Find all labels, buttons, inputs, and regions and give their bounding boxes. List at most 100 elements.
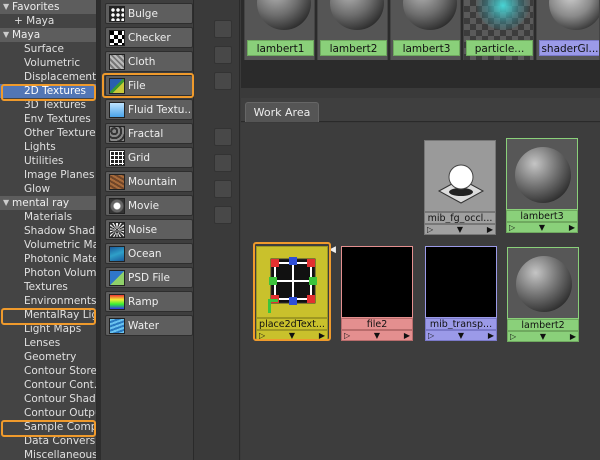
create-checker-button[interactable]: Checker — [105, 27, 193, 48]
tree-item-data-conversion[interactable]: Data Conversi — [0, 434, 96, 448]
tree-item-volumetric[interactable]: Volumetric — [0, 56, 96, 70]
graph-tool-icon[interactable] — [214, 154, 232, 172]
swatch-lambert3[interactable]: lambert3 — [390, 0, 461, 60]
tree-item-contour-contrast[interactable]: Contour Cont.. — [0, 378, 96, 392]
expand-triangle-icon[interactable]: ▼ — [457, 225, 463, 234]
collapse-triangle-icon[interactable]: ▼ — [3, 28, 9, 42]
create-noise-button[interactable]: Noise — [105, 219, 193, 240]
graph-tool-icon[interactable] — [214, 128, 232, 146]
tree-item-shadow-shaders[interactable]: Shadow Shad.. — [0, 224, 96, 238]
expand-triangle-icon[interactable]: ▼ — [540, 332, 546, 341]
node-ports[interactable]: ▷ ▼ ▶ — [506, 222, 578, 233]
tree-item-env-textures[interactable]: Env Textures — [0, 112, 96, 126]
output-port-icon[interactable]: ▶ — [570, 332, 576, 341]
tab-work-area[interactable]: Work Area — [245, 102, 319, 122]
create-ocean-button[interactable]: Ocean — [105, 243, 193, 264]
particle-cloud-preview — [476, 0, 530, 30]
expand-triangle-icon[interactable]: ▼ — [458, 331, 464, 340]
tree-item-2d-textures[interactable]: 2D Textures — [0, 84, 96, 98]
create-movie-button[interactable]: Movie — [105, 195, 193, 216]
tree-item-lenses[interactable]: Lenses — [0, 336, 96, 350]
tree-item-materials[interactable]: Materials — [0, 210, 96, 224]
swatch-shader-glow[interactable]: shaderGl... — [536, 0, 600, 60]
output-port-icon[interactable]: ▶ — [319, 331, 325, 340]
create-fluid-texture-button[interactable]: Fluid Textu... — [105, 99, 193, 120]
tree-item-contour-output[interactable]: Contour Outpu — [0, 406, 96, 420]
expand-triangle-icon[interactable]: ▼ — [374, 331, 380, 340]
tree-item-image-planes[interactable]: Image Planes — [0, 168, 96, 182]
checker-icon — [109, 29, 125, 46]
tree-item-environments[interactable]: Environments — [0, 294, 96, 308]
tree-item-miscellaneous[interactable]: Miscellaneous — [0, 448, 96, 460]
collapse-triangle-icon[interactable]: ▼ — [3, 0, 9, 14]
expand-triangle-icon[interactable]: ▼ — [289, 331, 295, 340]
tree-item-sample-compositing[interactable]: Sample Comp.. — [0, 420, 96, 434]
tree-item-lights[interactable]: Lights — [0, 140, 96, 154]
create-cloth-button[interactable]: Cloth — [105, 51, 193, 72]
node-ports[interactable]: ▷ ▼ ▶ — [341, 330, 413, 341]
node-mib-fg-occl[interactable]: mib_fg_occl... ▷ ▼ ▶ — [424, 140, 496, 235]
input-port-icon[interactable]: ▷ — [427, 225, 433, 234]
tree-item-displacement[interactable]: Displacement — [0, 70, 96, 84]
node-mib-transparency[interactable]: mib_transp... ▷ ▼ ▶ — [425, 246, 497, 341]
graph-tool-icon[interactable] — [214, 206, 232, 224]
output-port-icon[interactable]: ▶ — [404, 331, 410, 340]
create-water-button[interactable]: Water — [105, 315, 193, 336]
tree-item-light-maps[interactable]: Light Maps — [0, 322, 96, 336]
node-lambert3[interactable]: lambert3 ▷ ▼ ▶ — [506, 138, 578, 233]
create-fractal-button[interactable]: Fractal — [105, 123, 193, 144]
node-file2[interactable]: file2 ▷ ▼ ▶ — [341, 246, 413, 341]
swatch-particle-cloud[interactable]: particle... — [463, 0, 534, 60]
create-grid-button[interactable]: Grid — [105, 147, 193, 168]
graph-tool-icon[interactable] — [214, 180, 232, 198]
tree-item-3d-textures[interactable]: 3D Textures — [0, 98, 96, 112]
node-ports[interactable]: ▷ ▼ ▶ — [425, 330, 497, 341]
graph-tool-icon[interactable] — [214, 20, 232, 38]
input-port-icon[interactable]: ▷ — [259, 331, 265, 340]
tree-item-glow[interactable]: Glow — [0, 182, 96, 196]
tree-item-mentalray-lights[interactable]: MentalRay Lig — [0, 308, 96, 322]
tree-header-favorites[interactable]: ▼ Favorites — [0, 0, 96, 14]
input-port-icon[interactable]: ▷ — [428, 331, 434, 340]
tree-item-other-textures[interactable]: Other Textures — [0, 126, 96, 140]
swatch-lambert2[interactable]: lambert2 — [317, 0, 388, 60]
swatch-lambert1[interactable]: lambert1 — [244, 0, 315, 60]
output-port-icon[interactable]: ▶ — [487, 225, 493, 234]
node-ports[interactable]: ▷ ▼ ▶ — [424, 224, 496, 235]
tree-header-maya[interactable]: ▼ Maya — [0, 28, 96, 42]
node-label: file2 — [341, 318, 413, 330]
tree-item-utilities[interactable]: Utilities — [0, 154, 96, 168]
graph-tool-icon[interactable] — [214, 46, 232, 64]
create-ramp-button[interactable]: Ramp — [105, 291, 193, 312]
create-file-button[interactable]: File — [105, 75, 193, 96]
tree-item-contour-store[interactable]: Contour Store — [0, 364, 96, 378]
fractal-icon — [109, 125, 125, 142]
create-mountain-button[interactable]: Mountain — [105, 171, 193, 192]
work-area-canvas[interactable]: mib_fg_occl... ▷ ▼ ▶ lambert3 ▷ ▼ ▶ plac… — [241, 123, 600, 460]
input-port-icon[interactable]: ▷ — [509, 223, 515, 232]
create-bulge-button[interactable]: Bulge — [105, 3, 193, 24]
tree-item-textures[interactable]: Textures — [0, 280, 96, 294]
output-port-icon[interactable]: ▶ — [569, 223, 575, 232]
tree-header-mental-ray[interactable]: ▼ mental ray — [0, 196, 96, 210]
create-psd-file-button[interactable]: PSD File — [105, 267, 193, 288]
input-port-icon[interactable]: ▷ — [344, 331, 350, 340]
node-thumbnail — [424, 140, 496, 212]
node-lambert2[interactable]: lambert2 ▷ ▼ ▶ — [507, 247, 579, 342]
tree-item-contour-shader[interactable]: Contour Shade — [0, 392, 96, 406]
tree-item-photon-volumetric[interactable]: Photon Volum.. — [0, 266, 96, 280]
expand-triangle-icon[interactable]: ▼ — [539, 223, 545, 232]
input-port-icon[interactable]: ▷ — [510, 332, 516, 341]
collapse-triangle-icon[interactable]: ▼ — [3, 196, 9, 210]
node-ports[interactable]: ▷ ▼ ▶ — [507, 331, 579, 342]
material-sphere-preview — [403, 0, 457, 30]
output-port-icon[interactable]: ▶ — [488, 331, 494, 340]
node-place2d-texture[interactable]: place2dText... ▷ ▼ ▶ — [256, 246, 328, 341]
tree-item-volumetric-materials[interactable]: Volumetric Ma.. — [0, 238, 96, 252]
tree-item-photonic-materials[interactable]: Photonic Mate — [0, 252, 96, 266]
node-ports[interactable]: ▷ ▼ ▶ — [256, 330, 328, 341]
tree-item-geometry[interactable]: Geometry — [0, 350, 96, 364]
tree-item-surface[interactable]: Surface — [0, 42, 96, 56]
graph-tool-icon[interactable] — [214, 72, 232, 90]
tree-item-maya-favorites[interactable]: + Maya — [0, 14, 96, 28]
